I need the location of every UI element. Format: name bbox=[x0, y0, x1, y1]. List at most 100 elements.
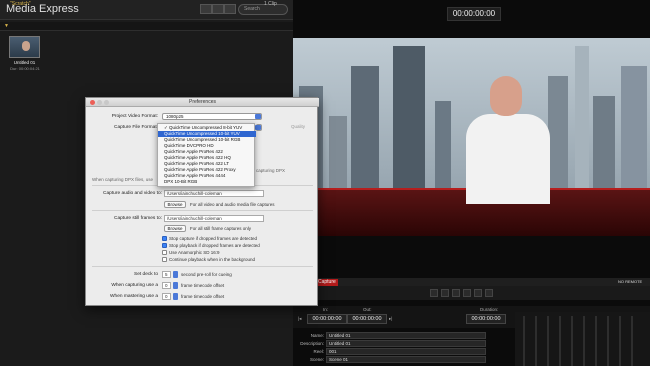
step-forward-button[interactable] bbox=[474, 289, 482, 297]
out-label: Out: bbox=[363, 307, 372, 312]
rewind-button[interactable] bbox=[430, 289, 438, 297]
dpx-note-right: capturing DPX bbox=[256, 168, 286, 173]
dpx-note-left: When capturing DPX files, use bbox=[92, 177, 154, 182]
meter-bar bbox=[619, 316, 621, 366]
clip-count: 1 Clip bbox=[264, 1, 277, 7]
capturing-offset-suffix: frame timecode offset bbox=[181, 283, 225, 288]
meta-reel-label: Reel: bbox=[313, 349, 324, 354]
stop-playback-checkbox[interactable] bbox=[162, 243, 167, 248]
meta-description-label: Description: bbox=[300, 341, 324, 346]
viewer-timecode: 00:00:00:00 bbox=[447, 7, 501, 21]
project-video-format-label: Project Video Format: bbox=[111, 114, 158, 119]
building bbox=[435, 101, 451, 196]
building bbox=[575, 46, 589, 196]
duration-timecode: 00:00:00:00 bbox=[466, 314, 506, 324]
capture-tab[interactable]: Capture bbox=[316, 279, 338, 286]
remote-status: NO REMOTE bbox=[618, 279, 643, 284]
building bbox=[351, 66, 379, 196]
audio-video-browse-button[interactable]: Browse bbox=[164, 201, 186, 208]
mark-in-button[interactable]: |◂ bbox=[298, 316, 301, 322]
audio-video-label: Capture audio and video to: bbox=[103, 191, 162, 196]
divider bbox=[92, 210, 313, 211]
in-label: In: bbox=[323, 307, 329, 312]
capture-file-format-popup-arrow[interactable] bbox=[255, 124, 262, 131]
set-deck-field[interactable]: 5 bbox=[162, 271, 171, 278]
clip-thumbnail[interactable] bbox=[9, 36, 40, 58]
popup-arrow-icon bbox=[255, 114, 261, 119]
play-button[interactable] bbox=[463, 289, 471, 297]
dialog-title: Preferences bbox=[86, 98, 319, 107]
zoom-icon[interactable] bbox=[104, 100, 109, 105]
set-deck-suffix: second pre-roll for cueing bbox=[181, 272, 232, 277]
meter-bar bbox=[595, 316, 597, 366]
project-video-format-value: 1080p25 bbox=[166, 114, 184, 119]
meta-name-label: Name: bbox=[310, 333, 324, 338]
mastering-offset-field[interactable]: 0 bbox=[162, 293, 171, 300]
quality-label: Quality bbox=[291, 124, 306, 129]
clip-name: Untitled 01 bbox=[13, 60, 36, 65]
video-preview bbox=[293, 38, 650, 236]
stop-capture-checkbox[interactable] bbox=[162, 236, 167, 241]
building bbox=[329, 116, 347, 196]
mastering-offset-stepper[interactable] bbox=[173, 293, 178, 300]
search-input[interactable]: Search bbox=[238, 4, 288, 15]
mastering-offset-label: When mastering use a bbox=[110, 294, 158, 299]
capture-file-format-menu: ✓ QuickTime Uncompressed 8-bit YUV Quick… bbox=[157, 123, 256, 187]
list-view-button[interactable] bbox=[200, 4, 212, 14]
stop-button[interactable] bbox=[452, 289, 460, 297]
building bbox=[621, 66, 647, 196]
building bbox=[548, 76, 568, 196]
meta-scene-field[interactable]: Scene 01 bbox=[326, 356, 486, 363]
meter-bar bbox=[583, 316, 585, 366]
anamorphic-label: Use Anamorphic SD 16:9 bbox=[169, 250, 220, 255]
meta-name-field[interactable]: Untitled 01 bbox=[326, 332, 486, 339]
presenter-shirt bbox=[466, 114, 550, 204]
bin-header[interactable] bbox=[0, 22, 293, 31]
close-icon[interactable] bbox=[90, 100, 95, 105]
background-playback-label: Continue playback when in the background bbox=[169, 257, 256, 262]
capture-file-format-label: Capture File Format: bbox=[114, 125, 158, 130]
capturing-offset-label: When capturing use a bbox=[111, 283, 158, 288]
bin-name: "Scratch" bbox=[10, 1, 31, 7]
meter-bar bbox=[535, 316, 537, 366]
audio-meters bbox=[515, 312, 650, 366]
project-video-format-popup[interactable]: 1080p25 bbox=[162, 113, 262, 120]
disclosure-triangle-icon[interactable]: ▼ bbox=[4, 23, 9, 29]
duration-label: Duration: bbox=[480, 307, 499, 312]
background-playback-checkbox[interactable] bbox=[162, 257, 167, 262]
clip-duration: Dur: 00:00:04:21 bbox=[10, 66, 40, 71]
stills-label: Capture still frames to: bbox=[114, 216, 162, 221]
out-timecode[interactable]: 00:00:00:00 bbox=[347, 314, 387, 324]
fast-forward-button[interactable] bbox=[485, 289, 493, 297]
stills-browse-button[interactable]: Browse bbox=[164, 225, 186, 232]
meter-bar bbox=[631, 316, 633, 366]
divider bbox=[92, 266, 313, 267]
meta-reel-field[interactable]: 001 bbox=[326, 348, 486, 355]
meta-description-field[interactable]: Untitled 01 bbox=[326, 340, 486, 347]
capturing-offset-field[interactable]: 0 bbox=[162, 282, 171, 289]
settings-button[interactable] bbox=[224, 4, 236, 14]
presenter-head bbox=[490, 76, 522, 116]
meter-bar bbox=[559, 316, 561, 366]
capturing-offset-stepper[interactable] bbox=[173, 282, 178, 289]
stills-note: For all still frame captures only bbox=[190, 226, 252, 231]
in-timecode[interactable]: 00:00:00:00 bbox=[307, 314, 347, 324]
step-back-button[interactable] bbox=[441, 289, 449, 297]
anamorphic-checkbox[interactable] bbox=[162, 250, 167, 255]
menu-item-dpx-10bit-rgb[interactable]: DPX 10-Bit RGB bbox=[158, 179, 256, 185]
minimize-icon[interactable] bbox=[97, 100, 102, 105]
meter-bar bbox=[547, 316, 549, 366]
stills-path-field[interactable]: /Users/iainchuchill-coleman bbox=[164, 215, 264, 222]
mastering-offset-suffix: frame timecode offset bbox=[181, 294, 225, 299]
stop-capture-label: Stop capture if dropped frames are detec… bbox=[169, 236, 258, 241]
meter-bar bbox=[607, 316, 609, 366]
building bbox=[593, 96, 615, 196]
set-deck-stepper[interactable] bbox=[173, 271, 178, 278]
audio-video-note: For all video and audio media file captu… bbox=[190, 202, 275, 207]
audio-video-path-field[interactable]: /Users/iainchuchill-coleman bbox=[164, 190, 264, 197]
thumbnail-view-button[interactable] bbox=[212, 4, 224, 14]
stop-playback-label: Stop playback if dropped frames are dete… bbox=[169, 243, 260, 248]
mark-out-button[interactable]: ▸| bbox=[389, 316, 392, 322]
meter-bar bbox=[571, 316, 573, 366]
building bbox=[393, 46, 425, 196]
